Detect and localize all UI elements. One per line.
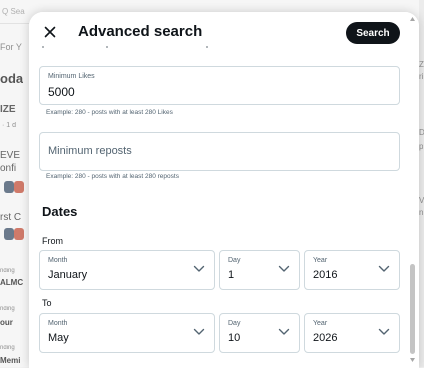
scrolled-content-remnant — [42, 46, 242, 52]
scrollbar-thumb[interactable] — [410, 264, 415, 354]
to-day-label: Day — [228, 320, 241, 327]
background-text-fragment: p — [419, 142, 424, 151]
background-text-fragment: V — [419, 196, 424, 205]
from-month-select[interactable]: Month January — [39, 250, 215, 290]
from-month-label: Month — [48, 257, 68, 264]
background-text-fragment: nding — [0, 268, 15, 274]
background-text-fragment: IZE — [0, 104, 16, 115]
background-text-fragment: Memi — [0, 356, 21, 365]
close-icon — [44, 26, 56, 38]
to-year-label: Year — [313, 320, 328, 327]
background-text-fragment: rst C — [0, 212, 22, 223]
background-text-fragment: ALMC — [0, 278, 24, 287]
background-avatar — [14, 228, 24, 240]
to-month-value: May — [48, 332, 69, 344]
background-text-fragment: onfi — [0, 163, 17, 174]
minimum-reposts-field[interactable]: Minimum reposts — [39, 132, 400, 171]
dialog-header: Advanced search Search — [29, 12, 419, 52]
from-day-select[interactable]: Day 1 — [219, 250, 300, 290]
minimum-likes-field[interactable]: Minimum Likes 5000 — [39, 66, 400, 105]
background-text-fragment: EVE — [0, 150, 21, 161]
to-label: To — [42, 298, 52, 308]
background-heading-fragment: oda — [0, 71, 24, 86]
chevron-down-icon — [378, 328, 390, 335]
to-year-value: 2026 — [313, 332, 338, 344]
minimum-likes-hint: Example: 280 - posts with at least 280 L… — [46, 109, 173, 116]
background-avatar — [4, 181, 14, 193]
chevron-down-icon — [278, 328, 290, 335]
background-text-fragment: our — [0, 318, 13, 327]
minimum-likes-label: Minimum Likes — [48, 73, 95, 80]
background-search-placeholder: Q Sea — [2, 7, 25, 16]
chevron-down-icon — [193, 328, 205, 335]
background-avatar — [4, 228, 14, 240]
minimum-likes-value: 5000 — [48, 85, 75, 99]
scroll-down-arrow-icon[interactable] — [409, 357, 416, 363]
from-label: From — [42, 236, 63, 246]
background-right-strip: Z ri D p V n — [419, 0, 424, 367]
from-year-label: Year — [313, 257, 328, 264]
to-day-value: 10 — [228, 332, 241, 344]
dates-section-title: Dates — [42, 204, 78, 219]
chevron-down-icon — [193, 265, 205, 272]
from-day-value: 1 — [228, 269, 235, 281]
advanced-search-dialog: Advanced search Search Minimum Likes 500… — [29, 12, 419, 368]
background-avatar — [14, 181, 24, 193]
from-year-select[interactable]: Year 2016 — [304, 250, 400, 290]
to-month-select[interactable]: Month May — [39, 313, 215, 353]
background-text-fragment: Z — [419, 60, 424, 69]
scroll-up-arrow-icon[interactable] — [409, 16, 416, 22]
background-text-fragment: n — [419, 208, 424, 217]
close-button[interactable] — [39, 21, 61, 43]
background-text-fragment: D — [419, 128, 424, 137]
from-year-value: 2016 — [313, 269, 338, 281]
to-day-select[interactable]: Day 10 — [219, 313, 300, 353]
background-text-fragment: nding — [0, 306, 15, 312]
background-text-fragment: · 1 d — [2, 122, 17, 129]
background-text-fragment: ri — [419, 72, 424, 81]
search-button[interactable]: Search — [346, 22, 400, 44]
background-tab-fragment: For Y — [0, 42, 22, 52]
background-text-fragment: nding — [0, 345, 15, 351]
chevron-down-icon — [378, 265, 390, 272]
dialog-title: Advanced search — [78, 23, 203, 40]
minimum-reposts-placeholder: Minimum reposts — [48, 145, 132, 157]
from-month-value: January — [48, 269, 88, 281]
minimum-reposts-hint: Example: 280 - posts with at least 280 r… — [46, 173, 179, 180]
chevron-down-icon — [278, 265, 290, 272]
to-month-label: Month — [48, 320, 68, 327]
from-day-label: Day — [228, 257, 241, 264]
to-year-select[interactable]: Year 2026 — [304, 313, 400, 353]
